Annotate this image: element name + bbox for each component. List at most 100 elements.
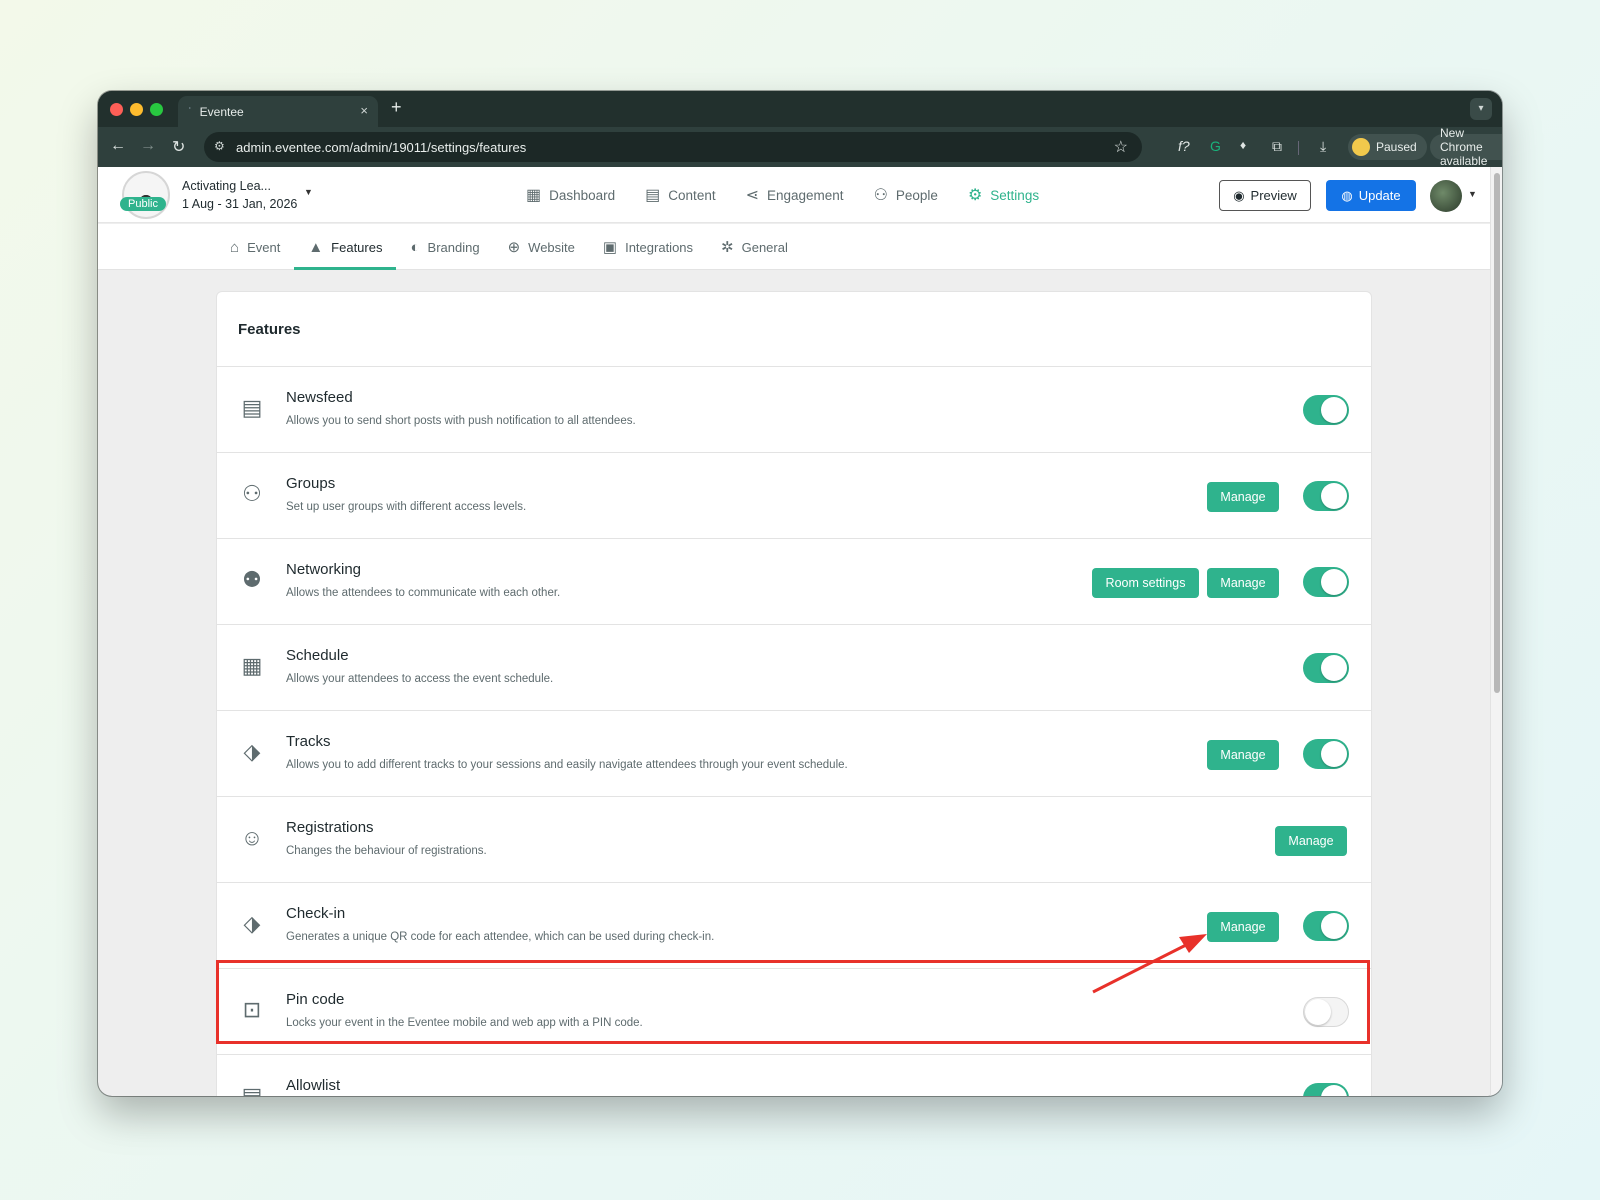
tracks-toggle[interactable] [1303,739,1349,769]
update-label: Update [1358,188,1401,203]
close-window-button[interactable] [110,103,123,116]
chrome-update-button[interactable]: New Chrome available ⋮ [1430,126,1502,168]
subnav-branding[interactable]: ◐ Branding [396,224,493,270]
subnav-website[interactable]: ⊕ Website [494,224,589,270]
allowlist-toggle[interactable] [1303,1083,1349,1096]
eye-icon: ◉ [1233,187,1245,203]
bookmark-star-icon[interactable]: ☆ [1114,137,1128,157]
groups-toggle[interactable] [1303,481,1349,511]
new-tab-button[interactable]: + [391,97,402,118]
gear-icon: ⚙ [967,187,983,204]
public-badge: Public [120,197,166,211]
tab-close-icon[interactable]: × [360,103,368,118]
browser-tab[interactable]: ʿ Eventee × [178,96,378,127]
feature-name: Pin code [286,991,345,1008]
nav-engagement[interactable]: ⋖ Engagement [746,185,844,205]
people-icon: ⚇ [873,187,888,204]
address-bar[interactable]: ⚙ admin.eventee.com/admin/19011/settings… [204,132,1142,162]
eventee-favicon-icon: ʿ [188,105,192,118]
feature-description: Changes the behaviour of registrations. [286,845,487,857]
formula-extension-icon[interactable]: f? [1178,138,1190,154]
nav-dashboard-label: Dashboard [549,187,616,203]
globe-icon: ⊕ [507,239,521,256]
event-name[interactable]: Activating Lea... [182,179,271,193]
globe-icon: ◍ [1341,187,1353,203]
tracks-manage-button[interactable]: Manage [1207,740,1279,770]
subnav-features[interactable]: ▲ Features [294,224,397,270]
subnav-general[interactable]: ✲ General [707,224,802,270]
browser-window: ʿ Eventee × + ▾ ← → ↻ ⚙ admin.eventee.co… [98,91,1502,1096]
networking-room-settings-button[interactable]: Room settings [1092,568,1199,598]
newspaper-icon: ▤ [241,395,263,420]
nav-settings[interactable]: ⚙ Settings [968,185,1039,205]
nav-people[interactable]: ⚇ People [874,185,938,205]
registrations-manage-button[interactable]: Manage [1275,826,1347,856]
feature-description: Allows you to add different tracks to yo… [286,759,848,771]
subnav-event[interactable]: ⌂ Event [216,224,294,270]
networking-manage-button[interactable]: Manage [1207,568,1279,598]
feature-name: Newsfeed [286,389,353,406]
site-settings-icon[interactable]: ⚙ [214,139,225,153]
pin-code-icon: ⊡ [242,997,262,1022]
subnav-event-label: Event [247,239,281,255]
pin-code-toggle[interactable] [1303,997,1349,1027]
url-text: admin.eventee.com/admin/19011/settings/f… [236,139,527,155]
profile-status-label: Paused [1376,140,1417,154]
newsfeed-toggle[interactable] [1303,395,1349,425]
kebab-menu-icon[interactable]: ⋮ [1497,140,1502,154]
feature-name: Tracks [286,733,331,750]
feature-row-allowlist: ▤ Allowlist [217,1055,1371,1096]
calendar-icon: ▤ [645,187,661,204]
preview-button[interactable]: ◉ Preview [1219,180,1311,211]
check-in-manage-button[interactable]: Manage [1207,912,1279,942]
download-icon[interactable]: ⤓ [1320,138,1326,155]
nav-content[interactable]: ▤ Content [645,185,715,205]
user-avatar[interactable] [1430,180,1462,212]
group-icon: ⚇ [242,481,262,506]
tab-search-chevron-icon[interactable]: ▾ [1470,98,1492,120]
toolbar-divider [1298,141,1299,155]
feature-row-check-in: ⬗ Check-in Generates a unique QR code fo… [217,883,1371,969]
feature-row-schedule: ▦ Schedule Allows your attendees to acce… [217,625,1371,711]
dashboard-icon: ▦ [526,187,542,204]
profile-paused-button[interactable]: Paused [1348,134,1427,160]
minimize-window-button[interactable] [130,103,143,116]
nav-dashboard[interactable]: ▦ Dashboard [526,185,615,205]
event-switcher-caret-icon[interactable]: ▼ [304,187,313,197]
nav-engagement-label: Engagement [767,187,844,203]
subnav-integrations-label: Integrations [625,239,694,255]
feature-name: Registrations [286,819,374,836]
feature-row-pin-code: ⊡ Pin code Locks your event in the Event… [217,969,1371,1055]
update-button[interactable]: ◍ Update [1326,180,1416,211]
schedule-toggle[interactable] [1303,653,1349,683]
subnav-features-label: Features [331,239,383,255]
extensions-puzzle-icon[interactable]: ⧉ [1272,138,1282,155]
chrome-update-label: New Chrome available [1440,126,1488,168]
grammarly-extension-icon[interactable]: G [1210,138,1221,154]
event-logo[interactable] [122,171,170,219]
page-scrollbar[interactable] [1490,167,1502,1096]
user-check-icon: ☺ [240,825,264,850]
maximize-window-button[interactable] [150,103,163,116]
feature-name: Check-in [286,905,346,922]
groups-manage-button[interactable]: Manage [1207,482,1279,512]
main-nav: ▦ Dashboard ▤ Content ⋖ Engagement ⚇ Peo… [526,167,1039,223]
features-title: Features [238,321,301,338]
account-caret-icon[interactable]: ▼ [1468,189,1477,199]
subnav-integrations[interactable]: ▣ Integrations [589,224,707,270]
nav-settings-label: Settings [990,187,1040,203]
drop-extension-icon[interactable]: ♦ [1240,138,1246,152]
tab-title: Eventee [199,104,244,119]
preview-label: Preview [1250,188,1297,203]
feature-name: Groups [286,475,336,492]
top-navigation: Public Activating Lea... 1 Aug - 31 Jan,… [98,167,1502,223]
networking-toggle[interactable] [1303,567,1349,597]
check-in-toggle[interactable] [1303,911,1349,941]
subnav-branding-label: Branding [427,239,480,255]
reload-icon[interactable]: ↻ [172,137,185,157]
back-arrow-icon[interactable]: ← [110,137,126,155]
scrollbar-thumb[interactable] [1494,173,1500,693]
event-dates: 1 Aug - 31 Jan, 2026 [182,197,298,211]
forward-arrow-icon[interactable]: → [140,137,156,155]
feature-row-registrations: ☺ Registrations Changes the behaviour of… [217,797,1371,883]
